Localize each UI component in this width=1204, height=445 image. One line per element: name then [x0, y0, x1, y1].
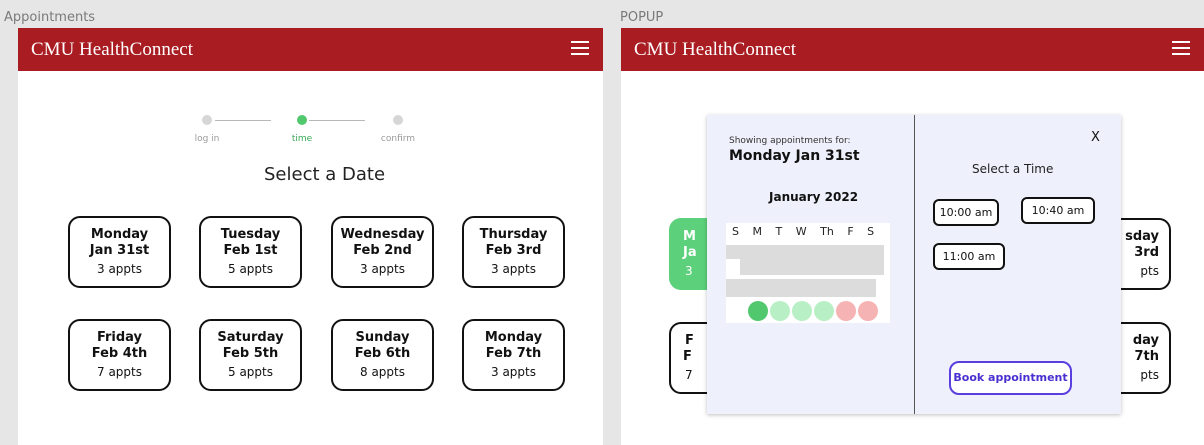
time-slot-button[interactable]: 10:40 am — [1021, 197, 1095, 224]
card-date: Feb 4th — [91, 346, 148, 361]
availability-dot[interactable] — [858, 301, 878, 321]
card-appt-count: 5 appts — [228, 365, 273, 379]
card-appt-count: 3 appts — [360, 262, 405, 276]
weekday-label: W — [795, 225, 807, 238]
popup-frame: CMU HealthConnect M Ja 3 F F 7 sday 3rd … — [621, 28, 1204, 445]
hamburger-menu-icon[interactable] — [1172, 41, 1190, 55]
step-dot-confirm — [393, 115, 403, 125]
page-heading: Select a Date — [264, 164, 386, 185]
date-card[interactable]: Wednesday Feb 2nd 3 appts — [331, 216, 434, 288]
card-day: Tuesday — [220, 227, 281, 242]
date-card[interactable]: Tuesday Feb 1st 5 appts — [199, 216, 302, 288]
app-title: CMU HealthConnect — [634, 39, 797, 60]
card-date: Feb 3rd — [485, 243, 542, 258]
card-date: Feb 5th — [222, 346, 279, 361]
popup-divider — [914, 115, 915, 414]
card-date: Feb 7th — [485, 346, 542, 361]
availability-dot[interactable] — [748, 301, 768, 321]
step-dot-time — [297, 115, 307, 125]
step-dot-login — [202, 115, 212, 125]
mini-calendar: S M T W Th F S — [726, 223, 890, 323]
card-day: Sunday — [355, 330, 410, 345]
time-heading: Select a Time — [972, 162, 1054, 176]
date-card[interactable]: Monday Feb 7th 3 appts — [462, 319, 565, 391]
step-connector — [309, 120, 365, 121]
time-slot-button[interactable]: 10:00 am — [933, 199, 999, 226]
availability-dot[interactable] — [836, 301, 856, 321]
card-appt-count: 5 appts — [228, 262, 273, 276]
calendar-month: January 2022 — [769, 190, 859, 204]
card-day: Wednesday — [340, 227, 425, 242]
card-date: Feb 1st — [223, 243, 278, 258]
top-bar: CMU HealthConnect — [18, 28, 603, 71]
step-label-time: time — [291, 134, 313, 144]
time-picker-popup: Showing appointments for: Monday Jan 31s… — [707, 115, 1121, 414]
card-day: Saturday — [217, 330, 284, 345]
step-label-confirm: confirm — [380, 134, 416, 144]
weekday-header: S M T W Th F S — [732, 225, 884, 238]
card-day: Monday — [90, 227, 149, 242]
calendar-week-placeholder — [726, 279, 876, 297]
availability-dot[interactable] — [814, 301, 834, 321]
availability-dot[interactable] — [770, 301, 790, 321]
card-appt-count: 8 appts — [360, 365, 405, 379]
frame-label-appointments: Appointments — [4, 10, 96, 25]
card-date: Feb 2nd — [353, 243, 412, 258]
selected-day: Monday Jan 31st — [729, 148, 860, 164]
step-connector — [215, 120, 271, 121]
appointments-frame: CMU HealthConnect log in time confirm Se… — [18, 28, 603, 445]
date-card[interactable]: Thursday Feb 3rd 3 appts — [462, 216, 565, 288]
card-appt-count: 7 appts — [97, 365, 142, 379]
book-appointment-button[interactable]: Book appointment — [949, 361, 1072, 395]
close-icon[interactable]: X — [1091, 130, 1100, 145]
date-card[interactable]: Saturday Feb 5th 5 appts — [199, 319, 302, 391]
card-day: Monday — [484, 330, 543, 345]
date-card[interactable]: Friday Feb 4th 7 appts — [68, 319, 171, 391]
card-appt-count: 3 appts — [97, 262, 142, 276]
step-label-login: log in — [194, 134, 220, 144]
date-card[interactable]: Monday Jan 31st 3 appts — [68, 216, 171, 288]
card-day: Thursday — [479, 227, 548, 242]
weekday-label: S — [867, 225, 875, 238]
weekday-label: Th — [820, 225, 834, 238]
date-card[interactable]: Sunday Feb 6th 8 appts — [331, 319, 434, 391]
hamburger-menu-icon[interactable] — [571, 41, 589, 55]
card-date: Jan 31st — [89, 243, 150, 258]
card-appt-count: 3 appts — [491, 365, 536, 379]
card-date: Feb 6th — [354, 346, 411, 361]
app-title: CMU HealthConnect — [31, 39, 194, 60]
calendar-week-placeholder — [726, 245, 884, 259]
calendar-week-placeholder — [740, 259, 884, 275]
showing-label: Showing appointments for: — [729, 136, 851, 146]
weekday-label: F — [847, 225, 854, 238]
weekday-label: S — [732, 225, 739, 238]
top-bar: CMU HealthConnect — [621, 28, 1204, 71]
card-appt-count: 3 appts — [491, 262, 536, 276]
availability-dot[interactable] — [792, 301, 812, 321]
weekday-label: M — [752, 225, 762, 238]
card-day: Friday — [96, 330, 143, 345]
weekday-label: T — [775, 225, 783, 238]
frame-label-popup: POPUP — [620, 10, 664, 25]
time-slot-button[interactable]: 11:00 am — [933, 243, 1005, 270]
